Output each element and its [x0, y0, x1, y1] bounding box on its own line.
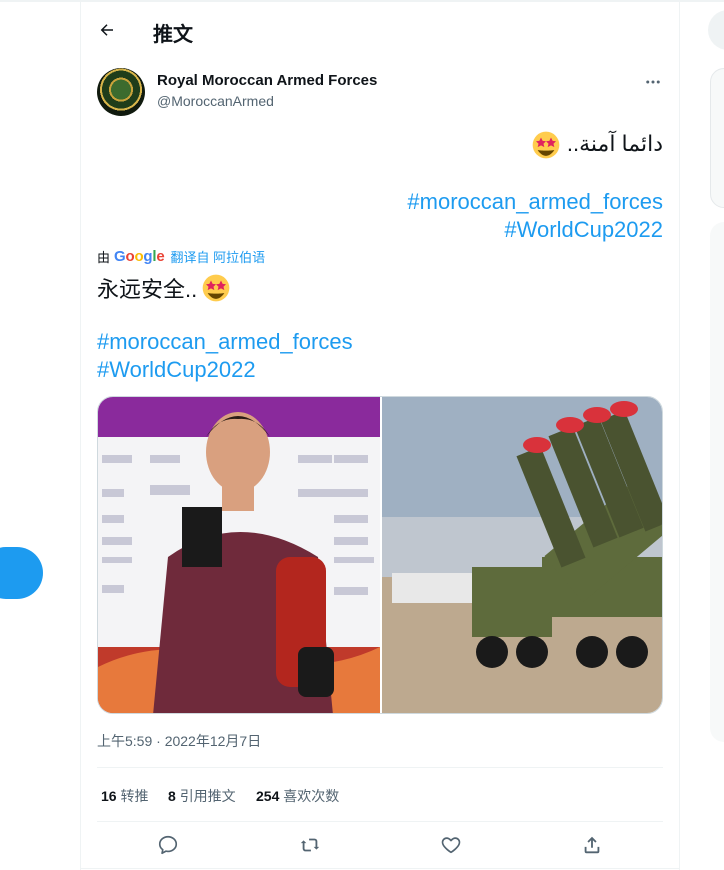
hashtag-link[interactable]: #moroccan_armed_forces: [97, 188, 663, 216]
author-name[interactable]: Royal Moroccan Armed Forces: [157, 72, 377, 89]
sidebar-card-top: [710, 68, 724, 208]
translated-from-link[interactable]: 翻译自 阿拉伯语: [171, 247, 266, 266]
search-box-partial[interactable]: [708, 10, 724, 50]
share-upload-icon: [584, 836, 600, 854]
translated-by-google: 由 Google 翻译自 阿拉伯语: [97, 247, 265, 266]
share-button[interactable]: [580, 833, 604, 857]
retweets-stat[interactable]: 16 转推: [101, 786, 148, 806]
photo-goalkeeper[interactable]: [98, 397, 380, 714]
tweet-actions: [97, 821, 663, 869]
translated-text: 永远安全..: [97, 277, 198, 302]
reply-button[interactable]: [156, 833, 180, 857]
tweet-text-translated: 永远安全..: [97, 272, 231, 304]
quotes-stat[interactable]: 8 引用推文: [168, 786, 236, 806]
hashtag-link[interactable]: #WorldCup2022: [97, 216, 663, 244]
top-border: [0, 0, 724, 2]
back-button[interactable]: [97, 20, 117, 40]
star-struck-emoji-icon: [202, 274, 230, 302]
hashtags-original: #moroccan_armed_forces #WorldCup2022: [97, 188, 663, 244]
likes-count: 254: [256, 788, 280, 804]
compose-tweet-button[interactable]: [0, 547, 43, 599]
hashtag-link[interactable]: #WorldCup2022: [97, 356, 353, 384]
page-title: 推文: [153, 24, 193, 46]
translated-by-label: 由: [97, 250, 111, 265]
quotes-count: 8: [168, 788, 176, 804]
photo-missile-launcher[interactable]: [382, 397, 663, 714]
like-button[interactable]: [439, 833, 463, 857]
tweet-media: [97, 396, 663, 714]
reply-bubble-icon: [158, 835, 178, 855]
google-logo: Google: [114, 248, 165, 265]
more-options-button[interactable]: [642, 71, 664, 93]
author-handle[interactable]: @MoroccanArmed: [157, 93, 274, 109]
page-header: 推文: [81, 8, 679, 52]
retweets-label: 转推: [120, 788, 149, 804]
column-divider-right: [679, 0, 680, 870]
avatar[interactable]: [97, 68, 145, 116]
hashtag-link[interactable]: #moroccan_armed_forces: [97, 328, 353, 356]
arrow-left-icon: [100, 24, 113, 36]
tweet-stats: 16 转推 8 引用推文 254 喜欢次数: [97, 767, 663, 822]
quotes-label: 引用推文: [179, 788, 236, 804]
star-struck-emoji-icon: [532, 131, 560, 159]
likes-stat[interactable]: 254 喜欢次数: [256, 786, 339, 806]
tweet-author: Royal Moroccan Armed Forces @MoroccanArm…: [97, 68, 663, 118]
retweets-count: 16: [101, 788, 117, 804]
heart-icon: [441, 837, 461, 854]
retweet-icon: [300, 838, 320, 852]
more-dots-icon: [646, 80, 660, 84]
actions-bottom-border: [81, 868, 679, 869]
column-divider-left: [80, 0, 81, 870]
tweet-text-original: دائما آمنة..: [97, 130, 663, 160]
tweet-text-arabic: دائما آمنة..: [566, 130, 663, 156]
retweet-button[interactable]: [298, 833, 322, 857]
sidebar-card-trends: [710, 222, 724, 742]
hashtags-translated: #moroccan_armed_forces #WorldCup2022: [97, 328, 353, 384]
likes-label: 喜欢次数: [283, 788, 340, 804]
tweet-timestamp[interactable]: 上午5:59 · 2022年12月7日: [97, 731, 261, 751]
